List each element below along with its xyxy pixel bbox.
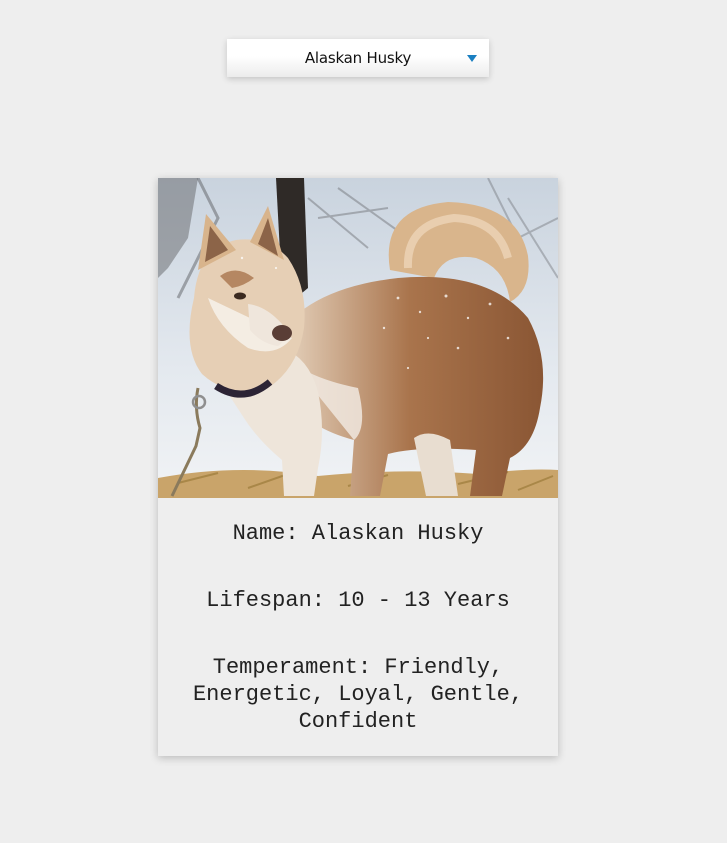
breed-name: Name: Alaskan Husky [232, 521, 484, 546]
dog-photo-illustration [158, 178, 558, 498]
breed-card: Name: Alaskan Husky Lifespan: 10 - 13 Ye… [158, 178, 558, 756]
breed-select-value: Alaskan Husky [304, 49, 412, 67]
caret-down-icon[interactable] [467, 55, 477, 62]
breed-lifespan: Lifespan: 10 - 13 Years [206, 588, 510, 613]
breed-select-dropdown[interactable]: Alaskan Husky [227, 39, 489, 77]
breed-info: Name: Alaskan Husky Lifespan: 10 - 13 Ye… [158, 498, 558, 756]
dog-photo [158, 178, 558, 498]
breed-temperament: Temperament: Friendly, Energetic, Loyal,… [192, 655, 524, 734]
page: Alaskan Husky Name: Alaskan Husky Lifesp… [0, 0, 727, 843]
